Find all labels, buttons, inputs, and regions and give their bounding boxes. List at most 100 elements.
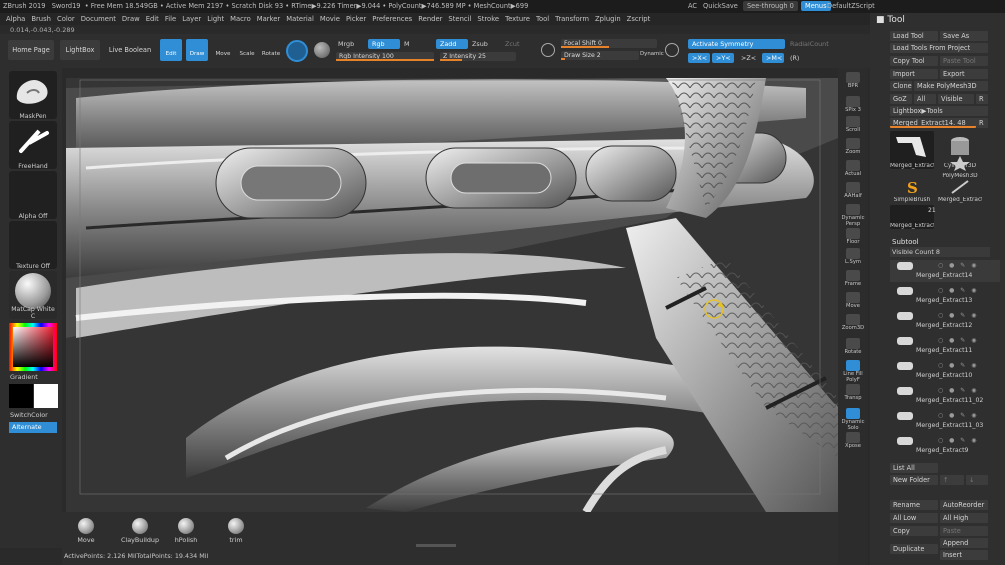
all-high-button[interactable]: All High: [940, 513, 988, 523]
dock-line-fill-polyf-button[interactable]: Line Fill PolyF: [841, 358, 865, 383]
color-picker[interactable]: [9, 323, 57, 371]
zsub-button[interactable]: Zsub: [472, 40, 488, 48]
brush-move[interactable]: Move: [70, 518, 102, 544]
see-through-slider[interactable]: See-through 0: [743, 1, 798, 11]
import-button[interactable]: Import: [890, 69, 938, 79]
m-button[interactable]: M: [404, 40, 410, 48]
dock-floor-button[interactable]: Floor: [841, 226, 865, 248]
dock-rotate-button[interactable]: Rotate: [841, 336, 865, 358]
subtool-row[interactable]: ○ ● ✎ ◉ Merged_Extract11: [890, 335, 1000, 357]
scale-button[interactable]: Scale: [236, 39, 258, 61]
menu-light[interactable]: Light: [207, 13, 224, 25]
subtool-visibility-controls[interactable]: ○ ● ✎ ◉: [938, 337, 978, 344]
menu-picker[interactable]: Picker: [346, 13, 366, 25]
menu-alpha[interactable]: Alpha: [6, 13, 25, 25]
radial-count-slider[interactable]: RadialCount: [790, 40, 829, 48]
all-low-button[interactable]: All Low: [890, 513, 938, 523]
bottom-scroll-handle[interactable]: [416, 544, 456, 547]
goz-button[interactable]: GoZ: [890, 94, 912, 104]
default-zscript-button[interactable]: DefaultZScript: [827, 0, 875, 13]
dock-zoom3d-button[interactable]: Zoom3D: [841, 312, 865, 334]
freehand-stroke-slot[interactable]: FreeHand: [9, 121, 57, 170]
z-intensity-slider[interactable]: Z Intensity 25: [440, 52, 516, 61]
subtool-row[interactable]: ○ ● ✎ ◉ Merged_Extract10: [890, 360, 1000, 382]
menu-edit[interactable]: Edit: [146, 13, 159, 25]
move-up-arrow-icon[interactable]: ↑: [940, 475, 964, 485]
lightbox-button[interactable]: LightBox: [60, 40, 100, 60]
stroke-s-icon[interactable]: [541, 43, 555, 57]
autoreorder-button[interactable]: AutoReorder: [940, 500, 988, 510]
stroke-d-icon[interactable]: [665, 43, 679, 57]
menu-tool[interactable]: Tool: [536, 13, 549, 25]
list-all-button[interactable]: List All: [890, 463, 938, 473]
make-polymesh3d-button[interactable]: Make PolyMesh3D: [914, 81, 988, 91]
gradient-label[interactable]: Gradient: [10, 373, 38, 381]
dock-xpose-button[interactable]: Xpose: [841, 430, 865, 452]
activate-symmetry-button[interactable]: Activate Symmetry: [688, 39, 785, 49]
zcut-button[interactable]: Zcut: [505, 40, 519, 48]
menu-draw[interactable]: Draw: [122, 13, 140, 25]
visible-button[interactable]: Visible: [938, 94, 974, 104]
home-page-button[interactable]: Home Page: [8, 40, 54, 60]
menu-brush[interactable]: Brush: [31, 13, 51, 25]
lightbox-tools-button[interactable]: Lightbox▶Tools: [890, 106, 988, 116]
subtool-visibility-controls[interactable]: ○ ● ✎ ◉: [938, 312, 978, 319]
mrgb-button[interactable]: Mrgb: [338, 40, 354, 48]
current-tool-slider[interactable]: Merged_Extract14. 48: [890, 118, 976, 128]
live-boolean-button[interactable]: Live Boolean: [106, 40, 154, 60]
subtool-visibility-controls[interactable]: ○ ● ✎ ◉: [938, 262, 978, 269]
subtool-visibility-controls[interactable]: ○ ● ✎ ◉: [938, 412, 978, 419]
subtool-visibility-controls[interactable]: ○ ● ✎ ◉: [938, 287, 978, 294]
symmetry-z-button[interactable]: >Z<: [737, 53, 759, 63]
brush-hpolish[interactable]: hPolish: [170, 518, 202, 544]
edit-button[interactable]: Edit: [160, 39, 182, 61]
copy-tool-button[interactable]: Copy Tool: [890, 56, 938, 66]
subtool-visibility-controls[interactable]: ○ ● ✎ ◉: [938, 437, 978, 444]
copy-button[interactable]: Copy: [890, 526, 938, 536]
alternate-button[interactable]: Alternate: [9, 422, 57, 433]
subtool-row[interactable]: ○ ● ✎ ◉ Merged_Extract9: [890, 435, 1000, 457]
load-tool-button[interactable]: Load Tool: [890, 31, 938, 41]
rotate-button[interactable]: Rotate: [260, 39, 282, 61]
rgb-button[interactable]: Rgb: [368, 39, 400, 49]
menu-macro[interactable]: Macro: [230, 13, 251, 25]
save-as-button[interactable]: Save As: [940, 31, 988, 41]
rename-button[interactable]: Rename: [890, 500, 938, 510]
symmetry-m-button[interactable]: >M<: [762, 53, 784, 63]
canvas-viewport[interactable]: [66, 78, 838, 512]
menu-movie[interactable]: Movie: [320, 13, 340, 25]
menu-file[interactable]: File: [165, 13, 176, 25]
menu-zplugin[interactable]: Zplugin: [595, 13, 621, 25]
paste-tool-button[interactable]: Paste Tool: [940, 56, 988, 66]
paste-button[interactable]: Paste: [940, 526, 988, 536]
dock-aahalf-button[interactable]: AAHalf: [841, 180, 865, 202]
subtool-row[interactable]: ○ ● ✎ ◉ Merged_Extract12: [890, 310, 1000, 332]
menu-stencil[interactable]: Stencil: [448, 13, 471, 25]
menu-preferences[interactable]: Preferences: [372, 13, 412, 25]
material-sphere-icon[interactable]: [314, 42, 330, 58]
menu-texture[interactable]: Texture: [505, 13, 530, 25]
alpha-slot[interactable]: Alpha Off: [9, 171, 57, 220]
move-button[interactable]: Move: [212, 39, 234, 61]
menu-stroke[interactable]: Stroke: [477, 13, 499, 25]
menu-color[interactable]: Color: [57, 13, 75, 25]
dock-l-sym-button[interactable]: L.Sym: [841, 246, 865, 268]
menu-material[interactable]: Material: [286, 13, 314, 25]
brush-trim[interactable]: trim: [220, 518, 252, 544]
sword-model-render[interactable]: [66, 78, 838, 512]
dock-actual-button[interactable]: Actual: [841, 158, 865, 180]
material-slot[interactable]: MatCap White C: [9, 271, 57, 320]
dock-transp-button[interactable]: Transp: [841, 382, 865, 404]
subtool-header[interactable]: Subtool: [892, 238, 919, 246]
subtool-row[interactable]: ○ ● ✎ ◉ Merged_Extract11_03: [890, 410, 1000, 432]
dock-frame-button[interactable]: Frame: [841, 268, 865, 290]
quicksave-button[interactable]: QuickSave: [703, 0, 738, 13]
maskpen-brush-slot[interactable]: MaskPen: [9, 71, 57, 120]
menu-layer[interactable]: Layer: [182, 13, 201, 25]
load-tools-from-project-button[interactable]: Load Tools From Project: [890, 43, 988, 53]
tool-thumb-merged-extract1[interactable]: Merged_Extract1: [890, 131, 934, 169]
menu-render[interactable]: Render: [418, 13, 442, 25]
new-folder-button[interactable]: New Folder: [890, 475, 938, 485]
draw-button[interactable]: Draw: [186, 39, 208, 61]
texture-slot[interactable]: Texture Off: [9, 221, 57, 270]
